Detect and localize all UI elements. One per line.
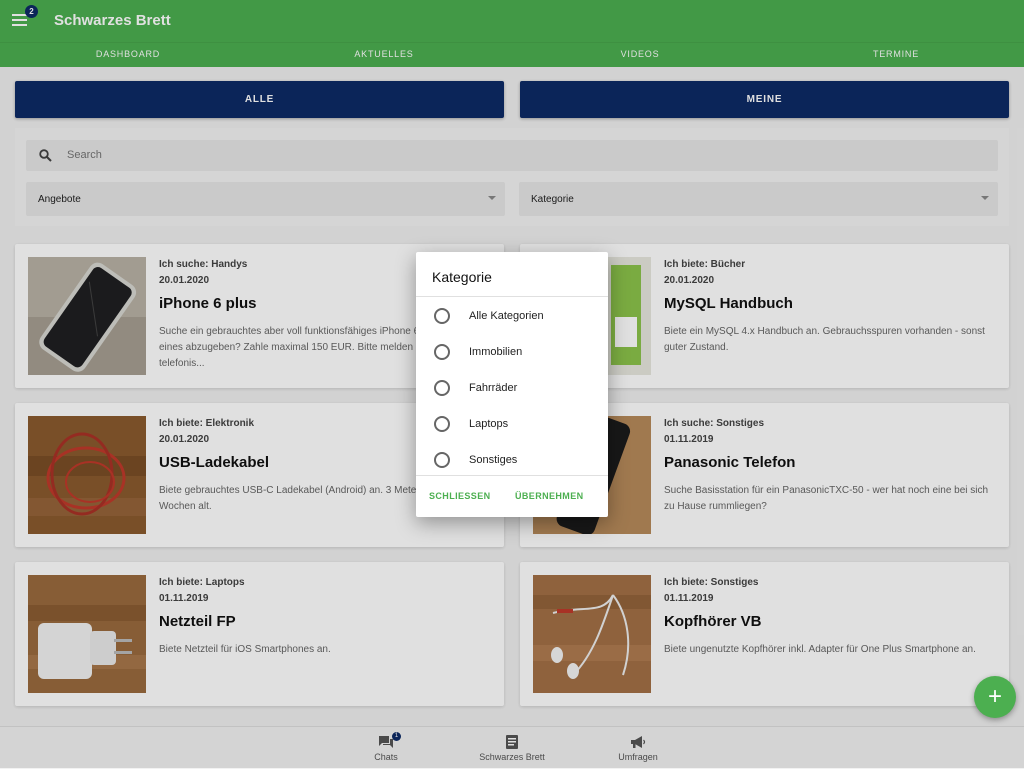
option-label: Immobilien [469, 346, 523, 358]
option-label: Sonstiges [469, 454, 518, 466]
radio-icon [434, 308, 450, 324]
close-button[interactable]: SCHLIESSEN [429, 491, 491, 501]
divider [416, 475, 608, 476]
add-listing-button[interactable]: + [974, 676, 1016, 718]
category-option-sonstiges[interactable]: Sonstiges [416, 442, 608, 478]
plus-icon: + [987, 683, 1002, 710]
category-option-laptops[interactable]: Laptops [416, 406, 608, 442]
category-option-immobilien[interactable]: Immobilien [416, 334, 608, 370]
app-root: 2 Schwarzes Brett DASHBOARD AKTUELLES VI… [0, 0, 1024, 769]
radio-icon [434, 452, 450, 468]
radio-icon [434, 416, 450, 432]
option-label: Laptops [469, 418, 509, 430]
category-option-fahrraeder[interactable]: Fahrräder [416, 370, 608, 406]
radio-icon [434, 344, 450, 360]
category-option-alle[interactable]: Alle Kategorien [416, 298, 608, 334]
divider [416, 296, 608, 297]
dialog-title: Kategorie [432, 269, 492, 285]
option-label: Alle Kategorien [469, 310, 544, 322]
apply-button[interactable]: ÜBERNEHMEN [515, 491, 584, 501]
category-dialog: Kategorie Alle Kategorien Immobilien Fah… [416, 252, 608, 517]
radio-icon [434, 380, 450, 396]
option-label: Fahrräder [469, 382, 518, 394]
